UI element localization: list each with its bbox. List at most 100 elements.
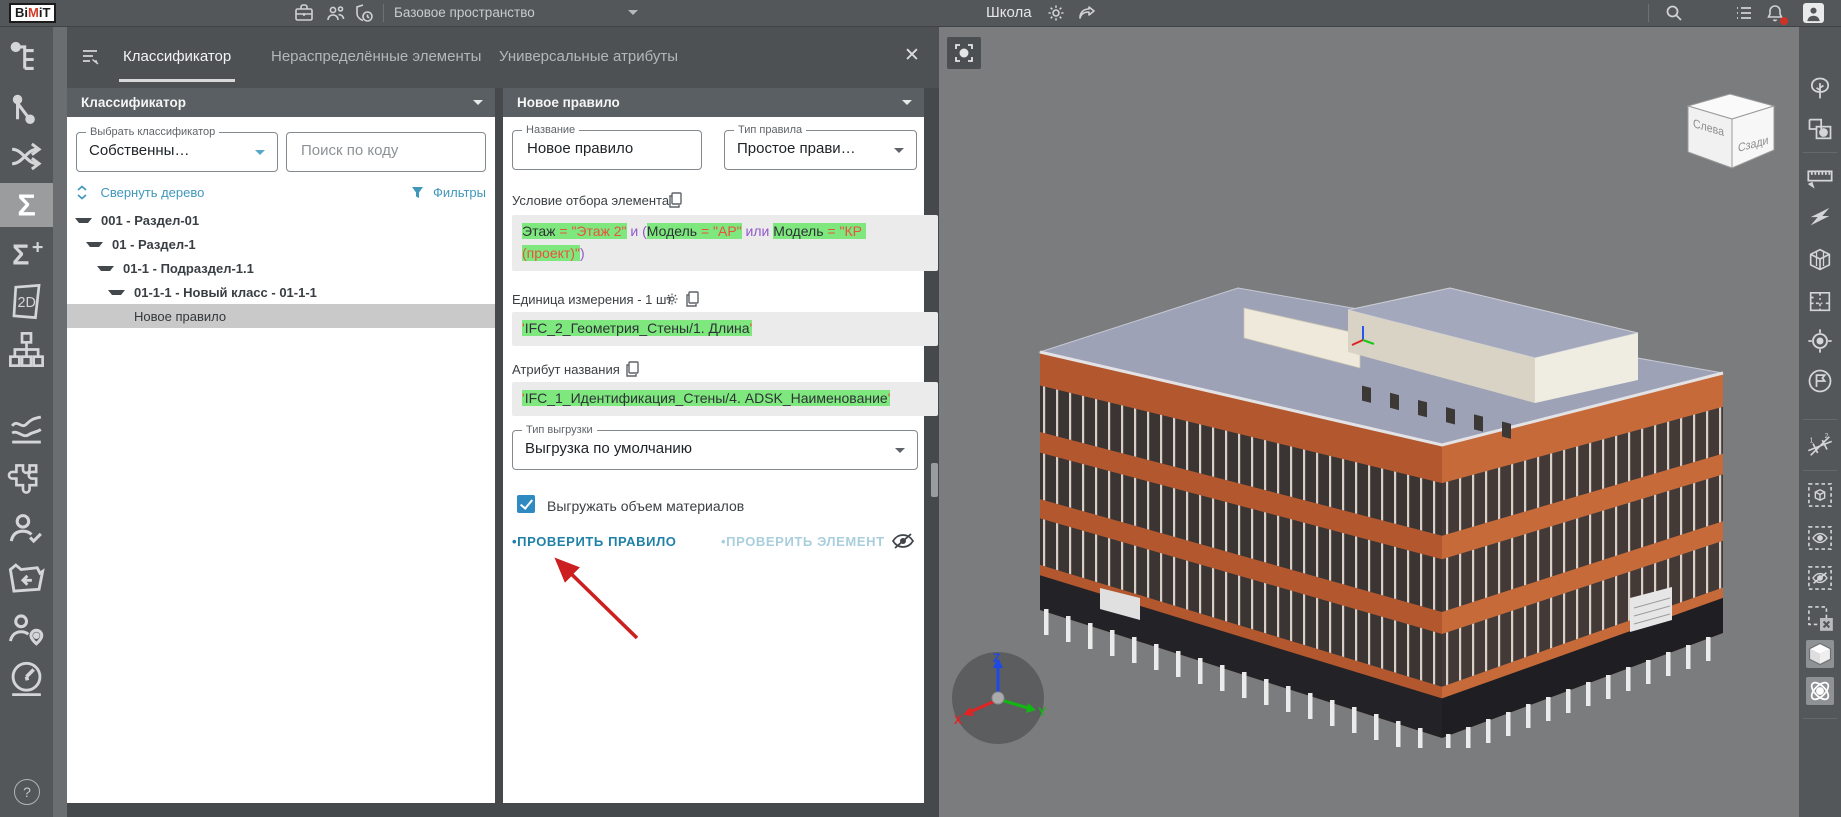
tree-item[interactable]: 01-1 - Подраздел-1.1 <box>67 256 495 280</box>
condition-expression[interactable]: Этаж = "Этаж 2" и (Модель = "АР" или Мод… <box>512 215 938 271</box>
sigma-plus-icon[interactable]: Σ + <box>5 232 48 275</box>
rule-name-label: Название <box>522 124 580 136</box>
user-check-icon[interactable] <box>5 507 48 550</box>
isolate-box-icon[interactable] <box>1806 481 1834 509</box>
plugins-puzzle-icon[interactable] <box>5 457 48 500</box>
trend-chart-icon[interactable] <box>5 408 48 451</box>
user-avatar[interactable] <box>1803 3 1824 23</box>
tree-item[interactable]: 01-1-1 - Новый класс - 01-1-1 <box>67 280 495 304</box>
notifications-bell-icon[interactable] <box>1764 2 1788 25</box>
expression-token: = <box>697 223 714 239</box>
tab-unallocated-elements[interactable]: Нераспределённые элементы <box>267 48 485 79</box>
tab-classifier[interactable]: Классификатор <box>119 48 236 82</box>
materials-checkbox[interactable] <box>517 495 535 513</box>
share-icon[interactable] <box>1076 2 1098 24</box>
folder-export-icon[interactable] <box>5 557 48 600</box>
tree-nature-icon[interactable] <box>1806 75 1834 103</box>
team-icon[interactable] <box>325 2 347 24</box>
floor-plan-icon[interactable] <box>1806 287 1834 315</box>
briefcase-icon[interactable] <box>293 2 315 24</box>
sidebar-panel-gap <box>53 26 67 817</box>
rule-panel-header[interactable]: Новое правило <box>503 88 924 117</box>
axis-z-label: Z <box>993 651 1000 665</box>
select-area-icon[interactable] <box>1806 115 1834 143</box>
axis-gizmo[interactable]: Z X Y <box>950 650 1046 746</box>
select-elements-icon[interactable] <box>5 87 48 130</box>
viewport-focus-button[interactable] <box>947 37 981 69</box>
bimit-logo[interactable]: BiMiT <box>9 3 57 23</box>
collapse-tree-button[interactable]: Свернуть дерево <box>76 184 204 200</box>
classifier-header-caret-icon[interactable] <box>473 100 483 105</box>
tree-item[interactable]: Новое правило <box>67 304 495 328</box>
copy-name-attr-icon[interactable] <box>625 361 639 377</box>
settings-gear-icon[interactable] <box>1045 2 1067 24</box>
rule-header-caret-icon[interactable] <box>902 100 912 105</box>
flash-icon[interactable] <box>1806 202 1834 230</box>
classifier-select[interactable]: Выбрать классификатор Собственны… <box>76 126 278 172</box>
tree-item-label: 001 - Раздел-01 <box>101 212 200 228</box>
classifier-panel-header[interactable]: Классификатор <box>67 88 495 117</box>
copy-unit-icon[interactable] <box>685 291 699 307</box>
section-box-icon[interactable] <box>1806 245 1834 273</box>
hide-eye-icon[interactable] <box>1806 564 1834 592</box>
rule-type-select[interactable]: Тип правила Простое прави… <box>724 124 917 170</box>
dashboard-gauge-icon[interactable] <box>5 657 48 700</box>
tree-item[interactable]: 001 - Раздел-01 <box>67 208 495 232</box>
2d-view-icon[interactable]: 2D <box>5 280 48 323</box>
check-element-label: ПРОВЕРИТЬ ЭЛЕМЕНТ <box>726 534 885 549</box>
export-type-select[interactable]: Тип выгрузки Выгрузка по умолчанию <box>512 424 918 470</box>
filters-button[interactable]: Фильтры <box>411 184 486 200</box>
copy-condition-icon[interactable] <box>668 192 682 208</box>
ruler-icon[interactable] <box>1806 162 1834 190</box>
search-icon[interactable] <box>1663 2 1685 24</box>
rule-name-input[interactable] <box>525 139 680 158</box>
export-type-label: Тип выгрузки <box>522 424 597 436</box>
hide-preview-eye-off-icon[interactable] <box>891 531 915 551</box>
orbit-icon[interactable] <box>1806 677 1834 705</box>
name-attr-expression[interactable]: 'IFC_1_Идентификация_Стены/4. ADSK_Наиме… <box>512 382 938 416</box>
model-viewport[interactable]: Слева Сзади Z X Y <box>939 26 1799 817</box>
shuffle-icon[interactable] <box>5 135 48 178</box>
solid-cube-icon[interactable] <box>1806 640 1834 668</box>
unit-gear-icon[interactable] <box>665 292 679 306</box>
org-chart-icon[interactable] <box>5 328 48 371</box>
focus-target-icon[interactable] <box>1806 327 1834 355</box>
panel-scrollbar-thumb[interactable] <box>931 463 938 497</box>
panel-menu-icon[interactable] <box>81 48 103 66</box>
shield-clock-icon[interactable] <box>353 2 375 24</box>
user-location-icon[interactable] <box>5 607 48 650</box>
tree-expand-arrow-icon[interactable] <box>97 265 114 271</box>
flag-icon[interactable] <box>1806 367 1834 395</box>
tab-universal-attributes[interactable]: Универсальные атрибуты <box>495 48 682 79</box>
view-cube[interactable]: Слева Сзади <box>1678 86 1782 170</box>
check-rule-button[interactable]: •ПРОВЕРИТЬ ПРАВИЛО <box>512 534 677 549</box>
unit-expression[interactable]: 'IFC_2_Геометрия_Стены/1. Длина' <box>512 312 938 346</box>
classifier-select-caret-icon[interactable] <box>255 150 265 155</box>
project-title: Школа <box>986 4 1032 21</box>
code-search-input[interactable] <box>299 141 462 160</box>
close-panel-icon[interactable]: ✕ <box>900 44 924 68</box>
tree-expand-arrow-icon[interactable] <box>75 217 92 223</box>
list-icon[interactable] <box>1733 2 1755 24</box>
code-search-field[interactable] <box>286 132 486 172</box>
rule-name-field[interactable]: Название <box>512 124 702 170</box>
building-model[interactable] <box>1030 268 1770 748</box>
svg-text:Σ: Σ <box>18 188 36 222</box>
export-type-caret-icon[interactable] <box>895 448 905 453</box>
rule-type-caret-icon[interactable] <box>894 148 904 153</box>
clear-selection-icon[interactable] <box>1806 604 1834 632</box>
workspace-caret-icon[interactable] <box>628 10 638 15</box>
help-button[interactable]: ? <box>14 779 40 805</box>
show-eye-icon[interactable] <box>1806 524 1834 552</box>
model-tree-icon[interactable] <box>5 38 48 81</box>
dimensions-icon[interactable]: 12 <box>1806 432 1834 460</box>
workspace-selector[interactable]: Базовое пространство <box>394 5 535 20</box>
tree-item[interactable]: 01 - Раздел-1 <box>67 232 495 256</box>
rule-type-value: Простое прави… <box>737 140 856 157</box>
tree-expand-arrow-icon[interactable] <box>86 241 103 247</box>
annotation-arrow <box>554 557 639 640</box>
classifier-sigma-icon[interactable]: Σ <box>5 183 48 226</box>
check-element-button[interactable]: •ПРОВЕРИТЬ ЭЛЕМЕНТ <box>721 534 885 549</box>
svg-text:2D: 2D <box>18 295 36 311</box>
tree-expand-arrow-icon[interactable] <box>108 289 125 295</box>
